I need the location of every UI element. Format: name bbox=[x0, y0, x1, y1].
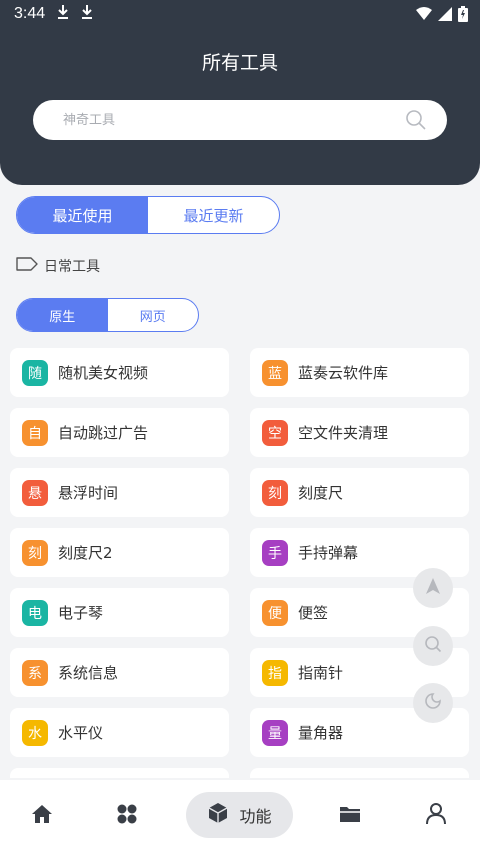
search-fab[interactable] bbox=[413, 626, 453, 666]
category-label: 日常工具 bbox=[44, 259, 100, 275]
wifi-icon bbox=[416, 7, 432, 25]
tool-card[interactable]: 悬 悬浮时间 bbox=[10, 468, 229, 517]
navigation-arrow-icon bbox=[425, 577, 441, 599]
tool-label: 电子琴 bbox=[58, 604, 104, 622]
tool-badge: 悬 bbox=[22, 479, 48, 506]
tool-label: 悬浮时间 bbox=[58, 484, 119, 502]
tool-card[interactable]: 系 系统信息 bbox=[10, 648, 229, 697]
page-title: 所有工具 bbox=[201, 52, 278, 74]
nav-files[interactable] bbox=[330, 780, 370, 852]
theme-fab[interactable] bbox=[413, 683, 453, 723]
tool-badge: 手 bbox=[262, 539, 288, 566]
tool-card[interactable]: 蓝 蓝奏云软件库 bbox=[250, 348, 469, 397]
tool-card[interactable]: 随 随机美女视频 bbox=[10, 348, 229, 397]
recent-tabs: 最近使用 最近更新 bbox=[16, 196, 280, 234]
category-header: 日常工具 bbox=[16, 256, 100, 276]
user-icon bbox=[426, 803, 446, 829]
tool-badge: 刻 bbox=[22, 539, 48, 566]
tool-card[interactable]: 刻 刻度尺 bbox=[250, 468, 469, 517]
apps-icon bbox=[116, 803, 138, 829]
search-input[interactable] bbox=[63, 100, 393, 140]
source-tabs: 原生 网页 bbox=[16, 298, 199, 332]
search-bar[interactable] bbox=[33, 100, 447, 140]
tool-label: 系统信息 bbox=[58, 664, 119, 682]
tool-card[interactable]: 电 电子琴 bbox=[10, 588, 229, 637]
tool-badge: 自 bbox=[22, 419, 48, 446]
tool-card[interactable]: 空 空文件夹清理 bbox=[250, 408, 469, 457]
tag-icon bbox=[16, 257, 38, 275]
bottom-nav: 功能 bbox=[0, 780, 480, 852]
tool-badge: 电 bbox=[22, 599, 48, 626]
folder-icon bbox=[339, 804, 361, 828]
tool-badge: 指 bbox=[262, 659, 288, 686]
tool-badge: 刻 bbox=[262, 479, 288, 506]
status-bar: 3:44 bbox=[0, 0, 480, 28]
signal-icon bbox=[438, 7, 452, 25]
tab-web[interactable]: 网页 bbox=[108, 299, 199, 331]
nav-apps[interactable] bbox=[107, 780, 147, 852]
tool-card[interactable]: 刻 刻度尺2 bbox=[10, 528, 229, 577]
nav-home[interactable] bbox=[22, 780, 62, 852]
search-icon[interactable] bbox=[405, 109, 427, 135]
tool-card[interactable] bbox=[250, 768, 469, 778]
moon-icon bbox=[424, 692, 442, 714]
tool-label: 随机美女视频 bbox=[58, 364, 149, 382]
tab-recently-updated[interactable]: 最近更新 bbox=[148, 197, 279, 233]
status-time: 3:44 bbox=[14, 5, 46, 22]
tool-card[interactable]: 水 水平仪 bbox=[10, 708, 229, 757]
tool-label: 便签 bbox=[298, 604, 329, 622]
header: 3:44 所有工具 bbox=[0, 0, 480, 185]
nav-features-label: 功能 bbox=[239, 807, 272, 826]
tool-card[interactable] bbox=[10, 768, 229, 778]
tool-label: 刻度尺 bbox=[298, 484, 344, 502]
search-icon bbox=[424, 635, 442, 657]
tool-label: 刻度尺2 bbox=[58, 544, 113, 562]
nav-profile[interactable] bbox=[416, 780, 456, 852]
tool-badge: 空 bbox=[262, 419, 288, 446]
tool-label: 指南针 bbox=[298, 664, 344, 682]
scroll-top-button[interactable] bbox=[413, 568, 453, 608]
tool-label: 水平仪 bbox=[58, 724, 104, 742]
nav-features[interactable]: 功能 bbox=[186, 792, 293, 838]
battery-icon bbox=[458, 6, 468, 26]
tool-label: 空文件夹清理 bbox=[298, 424, 389, 442]
tool-badge: 量 bbox=[262, 719, 288, 746]
tool-label: 手持弹幕 bbox=[298, 544, 359, 562]
tools-grid: 随 随机美女视频 蓝 蓝奏云软件库 自 自动跳过广告 空 空文件夹清理 悬 悬浮… bbox=[10, 348, 470, 778]
cube-icon bbox=[207, 802, 229, 828]
download-icon bbox=[80, 4, 94, 24]
tool-badge: 水 bbox=[22, 719, 48, 746]
download-icon bbox=[56, 4, 70, 24]
tool-badge: 系 bbox=[22, 659, 48, 686]
tool-badge: 蓝 bbox=[262, 359, 288, 386]
tab-native[interactable]: 原生 bbox=[17, 299, 108, 331]
tab-recently-used[interactable]: 最近使用 bbox=[17, 197, 148, 233]
tool-badge: 便 bbox=[262, 599, 288, 626]
tool-label: 自动跳过广告 bbox=[58, 424, 149, 442]
home-icon bbox=[31, 803, 53, 829]
tool-badge: 随 bbox=[22, 359, 48, 386]
tool-card[interactable]: 自 自动跳过广告 bbox=[10, 408, 229, 457]
tool-label: 量角器 bbox=[298, 724, 344, 742]
tool-label: 蓝奏云软件库 bbox=[298, 364, 389, 382]
